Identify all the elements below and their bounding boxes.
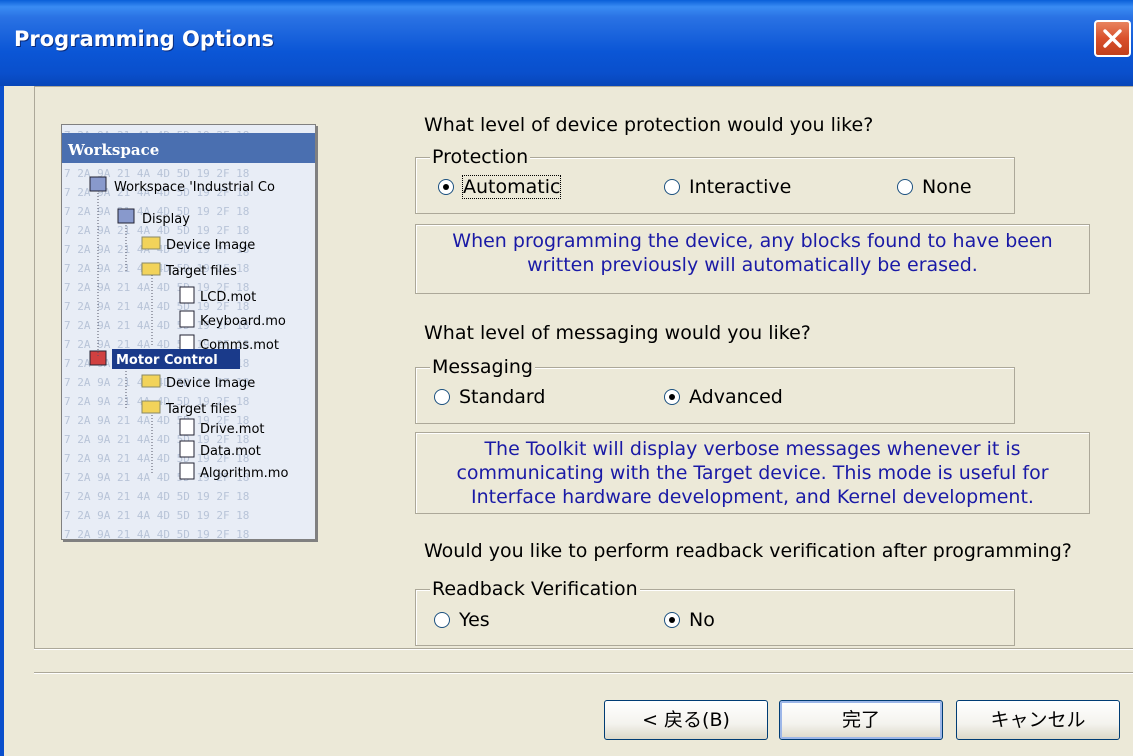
radio-label: Automatic [461,175,562,199]
workspace-illustration: 7 2A 9A 21 4A 4D 5D 19 2F 18 Workspace W… [61,124,316,540]
radio-circle [664,612,680,628]
close-icon [1103,29,1122,48]
tree-target-files-1: Target files [165,264,237,279]
readback-question: Would you like to perform readback verif… [424,540,1072,562]
window-frame [0,86,4,756]
messaging-legend: Messaging [430,356,535,378]
readback-yes-radio[interactable]: Yes [434,609,490,631]
messaging-advanced-radio[interactable]: Advanced [664,386,783,408]
radio-label: Standard [459,386,546,408]
protection-info-line: written previously will automatically be… [527,254,978,276]
protection-question: What level of device protection would yo… [424,114,874,136]
readback-legend: Readback Verification [430,578,640,600]
radio-circle [434,612,450,628]
protection-none-radio[interactable]: None [897,176,972,198]
tree-lcd-file: LCD.mot [200,290,256,305]
radio-label: Advanced [689,386,783,408]
readback-group: Readback Verification [415,578,1015,646]
title-bar[interactable]: Programming Options [0,0,1133,86]
finish-button[interactable]: 完了 [779,700,943,740]
protection-legend: Protection [430,146,531,168]
radio-label: Interactive [689,176,792,198]
messaging-standard-radio[interactable]: Standard [434,386,545,408]
protection-automatic-radio[interactable]: Automatic [438,175,562,199]
protection-info-box: When programming the device, any blocks … [415,224,1090,294]
back-button[interactable]: < 戻る(B) [604,700,768,740]
workspace-header-label: Workspace [67,141,159,159]
protection-info-line: When programming the device, any blocks … [452,230,1053,252]
separator [34,672,1133,674]
tree-display: Display [142,212,190,227]
messaging-info-line: Interface hardware development, and Kern… [471,486,1034,508]
tree-drive-file: Drive.mot [200,422,265,437]
radio-circle [664,389,680,405]
readback-no-radio[interactable]: No [664,609,715,631]
radio-circle [664,179,680,195]
close-button[interactable] [1094,20,1131,57]
radio-circle [438,179,454,195]
programming-options-dialog: Programming Options 7 2A 9A 21 4A 4D 5D … [0,0,1133,756]
radio-circle [897,179,913,195]
protection-interactive-radio[interactable]: Interactive [664,176,791,198]
cancel-button[interactable]: キャンセル [956,700,1120,740]
separator [34,648,1133,650]
tree-data-file: Data.mot [200,444,261,459]
messaging-info-box: The Toolkit will display verbose message… [415,432,1090,514]
tree-device-image-2: Device Image [166,376,255,391]
messaging-info-line: communicating with the Target device. Th… [456,462,1049,484]
tree-algorithm-file: Algorithm.mo [200,466,288,481]
radio-label: Yes [459,609,490,631]
radio-circle [434,389,450,405]
window-title: Programming Options [14,27,274,51]
radio-label: No [689,609,715,631]
tree-device-image-1: Device Image [166,238,255,253]
messaging-question: What level of messaging would you like? [424,322,811,344]
messaging-info-line: The Toolkit will display verbose message… [484,438,1021,460]
tree-motor-control: Motor Control [116,353,218,368]
radio-label: None [922,176,972,198]
tree-workspace-root: Workspace 'Industrial Co [114,180,275,195]
tree-keyboard-file: Keyboard.mo [200,314,286,329]
tree-target-files-2: Target files [165,402,237,417]
